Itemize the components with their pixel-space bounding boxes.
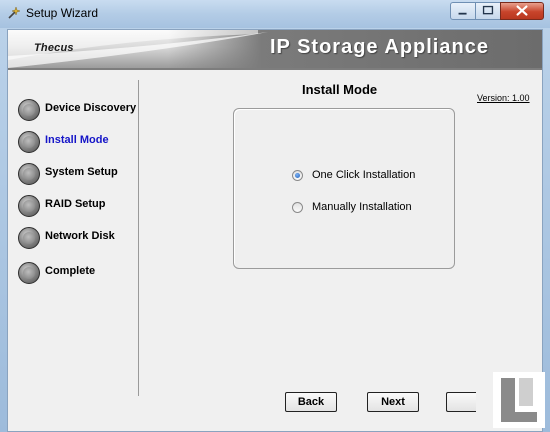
close-icon [516, 5, 528, 16]
radio-unselected-icon[interactable] [292, 202, 303, 213]
step-indicator-icon [18, 195, 40, 217]
version-link[interactable]: Version: 1.00 [477, 93, 530, 103]
radio-label[interactable]: One Click Installation [312, 169, 415, 181]
step-indicator-icon [18, 131, 40, 153]
step-label: Complete [45, 265, 96, 277]
wizard-app-icon [8, 6, 21, 19]
step-label: Install Mode [45, 134, 109, 146]
step-indicator-icon [18, 99, 40, 121]
install-mode-panel [233, 108, 455, 269]
step-label: Network Disk [45, 230, 115, 242]
minimize-button[interactable] [450, 2, 476, 20]
page-title: Install Mode [302, 82, 378, 97]
step-indicator-icon [18, 262, 40, 284]
sidebar-divider [138, 80, 139, 396]
thecus-logo: Thecus [34, 42, 74, 54]
setup-wizard-window: Setup Wizard Thecus IP Storage Appliance… [0, 0, 550, 432]
watermark-logo-icon [493, 372, 545, 428]
window-title: Setup Wizard [26, 6, 99, 20]
title-bar[interactable]: Setup Wizard [0, 0, 550, 28]
back-button[interactable]: Back [285, 392, 337, 412]
step-indicator-icon [18, 227, 40, 249]
radio-selected-icon[interactable] [292, 170, 303, 181]
partially-hidden-button[interactable] [446, 392, 476, 412]
wizard-steps-sidebar: Device Discovery Install Mode System Set… [8, 70, 138, 431]
minimize-icon [458, 12, 467, 15]
step-label: Device Discovery [45, 102, 137, 114]
maximize-button[interactable] [475, 2, 501, 20]
close-button[interactable] [500, 2, 544, 20]
step-indicator-icon [18, 163, 40, 185]
wizard-client-area: Thecus IP Storage Appliance Device Disco… [7, 29, 543, 432]
next-button[interactable]: Next [367, 392, 419, 412]
radio-label[interactable]: Manually Installation [312, 201, 412, 213]
maximize-icon [482, 5, 494, 15]
step-label: RAID Setup [45, 198, 106, 210]
step-label: System Setup [45, 166, 118, 178]
product-title: IP Storage Appliance [270, 36, 489, 58]
header-banner: Thecus IP Storage Appliance [8, 30, 542, 68]
